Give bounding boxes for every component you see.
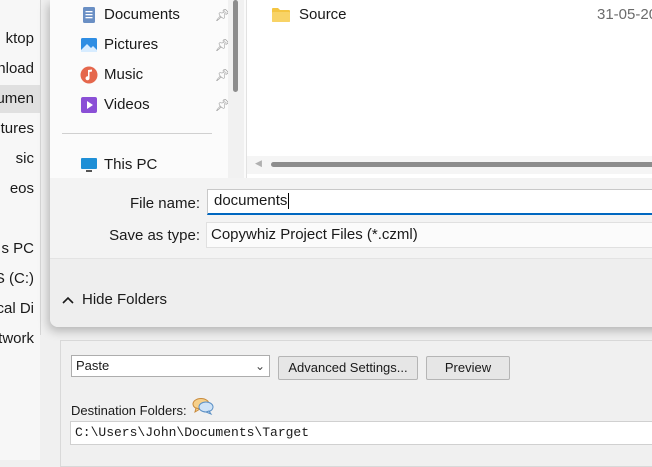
bg-item-label: twork [0,330,34,347]
destination-folders-label: Destination Folders: [71,403,187,418]
bg-item-label: eos [9,180,34,197]
destination-path-field[interactable]: C:\Users\John\Documents\Target [70,421,652,445]
bg-item-label: ocal Di [0,300,34,317]
file-list-pane: Source 31-05-20 ◀ [246,0,652,178]
bg-item-downloads[interactable]: wnload [0,55,40,83]
nav-item-label: Documents [104,6,180,23]
file-name-value: documents [214,192,288,209]
save-as-type-select[interactable]: Copywhiz Project Files (*.czml) [206,222,652,248]
bg-item-label: s PC [1,240,34,257]
save-form: File name: documents Save as type: Copyw… [50,178,652,258]
background-explorer-sidebar: ktop wnload cumen tures sic eos s PC S (… [0,0,41,460]
navigation-pane: Documents 📌︎ Pictures 📌︎ Music 📌︎ Videos… [50,0,246,178]
bg-item-label: tures [0,120,34,137]
nav-item-label: Videos [104,96,150,113]
bg-item-label: S (C:) [0,270,34,287]
preview-button[interactable]: Preview [426,356,510,380]
bg-item-pictures[interactable]: tures [0,115,40,143]
computer-icon [81,158,97,172]
chevron-down-icon: ⌄ [254,359,265,373]
file-date: 31-05-20 [597,6,652,23]
nav-item-documents[interactable]: Documents 📌︎ [80,2,230,28]
bg-item-videos[interactable]: eos [0,175,40,203]
save-as-type-label: Save as type: [109,227,200,244]
bg-item-label: wnload [0,60,34,77]
chat-bubbles-icon[interactable] [192,397,214,415]
bg-item-os-drive[interactable]: S (C:) [0,265,40,293]
documents-icon [83,7,95,23]
app-panel: Paste ⌄ Advanced Settings... Preview Des… [40,335,652,467]
music-icon [80,66,98,84]
nav-item-videos[interactable]: Videos 📌︎ [80,92,230,118]
nav-item-label: This PC [104,156,158,173]
bg-item-this-pc[interactable]: s PC [0,235,40,263]
nav-scrollbar[interactable] [228,0,244,178]
bg-item-label: sic [15,150,34,167]
videos-icon [81,97,97,113]
bg-item-documents[interactable]: cumen [0,85,40,113]
bg-item-desktop[interactable]: ktop [0,25,40,53]
scroll-left-icon[interactable]: ◀ [255,158,262,169]
text-caret [288,193,290,210]
horizontal-scrollbar[interactable]: ◀ [247,156,652,174]
bg-item-network[interactable]: twork [0,325,40,353]
file-row-source[interactable]: Source [271,2,347,28]
nav-divider [62,133,212,134]
bg-item-local-disk[interactable]: ocal Di [0,295,40,323]
nav-item-pictures[interactable]: Pictures 📌︎ [80,32,230,58]
folder-icon [272,8,290,22]
dialog-footer: Hide Folders [50,258,652,327]
hide-folders-button[interactable]: Hide Folders [62,291,167,308]
hide-folders-label: Hide Folders [82,291,168,308]
scroll-thumb[interactable] [271,162,652,167]
bg-item-label: ktop [5,30,34,47]
nav-item-this-pc[interactable]: This PC [80,152,230,178]
nav-item-label: Pictures [104,36,159,53]
file-name: Source [299,6,347,23]
file-name-input[interactable]: documents [207,189,652,215]
nav-item-music[interactable]: Music 📌︎ [80,62,230,88]
scroll-thumb[interactable] [233,0,238,92]
file-name-label: File name: [129,195,200,212]
paste-mode-select[interactable]: Paste ⌄ [71,355,270,377]
bg-item-music[interactable]: sic [0,145,40,173]
advanced-settings-button[interactable]: Advanced Settings... [278,356,418,380]
save-as-dialog: Documents 📌︎ Pictures 📌︎ Music 📌︎ Videos… [50,0,652,327]
bg-item-label: cumen [0,90,34,107]
nav-item-label: Music [104,66,144,83]
pictures-icon [81,38,97,52]
paste-mode-value: Paste [76,358,110,373]
chevron-up-icon [62,296,74,304]
